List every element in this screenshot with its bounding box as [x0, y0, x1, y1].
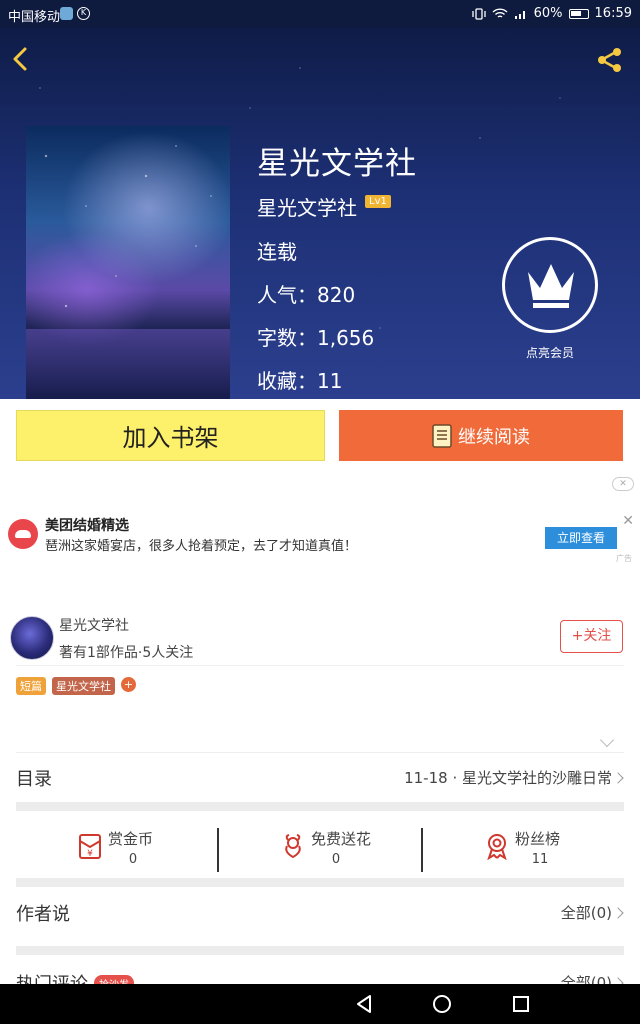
level-badge: Lv1 [365, 195, 391, 208]
author-card: 星光文学社 著有1部作品·5人关注 +关注 短篇 星光文学社 + 目录 11-1… [0, 606, 640, 995]
section-gap [16, 946, 624, 955]
battery-percent: 60% [533, 6, 563, 21]
flower-icon [285, 834, 301, 859]
author-card-name[interactable]: 星光文学社 [59, 615, 129, 635]
nav-home-icon[interactable] [432, 994, 452, 1014]
reward-coins-button[interactable]: ¥ 赏金币 0 [16, 818, 216, 886]
tag-author[interactable]: 星光文学社 [52, 677, 115, 695]
toc-label: 目录 [16, 769, 52, 790]
book-title: 星光文学社 [257, 146, 417, 182]
reward-coins-label: 赏金币 [108, 830, 154, 848]
author-says-count: 全部(0) [560, 904, 612, 922]
book-icon [432, 423, 452, 448]
vip-button[interactable] [502, 237, 598, 333]
nav-back-icon[interactable] [354, 994, 374, 1014]
crown-icon [528, 264, 574, 308]
status-right: 60% 16:59 [471, 6, 632, 21]
divider [16, 665, 624, 666]
fan-ranking-label: 粉丝榜 [515, 830, 561, 848]
system-nav-bar [0, 984, 640, 1024]
ad-view-button[interactable]: 立即查看 [545, 527, 617, 549]
status-bar: 中国移动 K 60% 16:59 [0, 0, 640, 28]
author-line[interactable]: 星光文学社 Lv1 [257, 192, 391, 221]
continue-reading-button[interactable]: 继续阅读 [339, 410, 623, 461]
ad-close-icon[interactable]: ✕ [622, 513, 634, 529]
author-name[interactable]: 星光文学社 [257, 192, 357, 221]
expand-chevron-icon[interactable] [599, 732, 615, 748]
send-flower-button[interactable]: 免费送花 0 [219, 818, 419, 886]
author-says-row[interactable]: 作者说 全部(0) [16, 888, 624, 936]
book-favorites: 收藏：11 [257, 369, 343, 393]
ad-mark: 广告 [616, 554, 632, 563]
ad-logo [8, 519, 38, 549]
fan-ranking-button[interactable]: 粉丝榜 11 [423, 818, 623, 886]
send-flower-label: 免费送花 [311, 830, 372, 848]
ad-text: 琶洲这家婚宴店，很多人抢着预定，去了才知道真值！ [45, 539, 358, 554]
tag-list: 短篇 星光文学社 + [16, 677, 136, 695]
add-to-shelf-label: 加入书架 [122, 424, 219, 452]
fan-ranking-value: 11 [531, 852, 549, 867]
share-icon[interactable] [596, 46, 624, 74]
ad-banner[interactable]: ✕ 美团结婚精选 琶洲这家婚宴店，很多人抢着预定，去了才知道真值！ 立即查看 ✕… [0, 473, 640, 606]
ad-title: 美团结婚精选 [45, 518, 129, 534]
reward-coins-value: 0 [128, 852, 138, 867]
stats-row: ¥ 赏金币 0 免费送花 0 粉丝榜 11 [16, 818, 624, 886]
book-status: 连载 [257, 240, 297, 264]
tag-short[interactable]: 短篇 [16, 677, 46, 695]
toc-row[interactable]: 目录 11-18 · 星光文学社的沙雕日常 [16, 753, 624, 801]
back-icon[interactable] [8, 44, 32, 74]
follow-button[interactable]: +关注 [560, 620, 623, 653]
k-notification-icon: K [77, 7, 90, 20]
carrier-label: 中国移动 [8, 10, 61, 25]
signal-icon [514, 10, 525, 19]
medal-icon [487, 834, 507, 860]
author-says-label: 作者说 [16, 904, 70, 925]
book-header: 星光文学社 星光文学社 Lv1 连载 人气：820 字数：1,656 收藏：11… [0, 28, 640, 399]
add-tag-button[interactable]: + [121, 677, 136, 692]
section-gap [16, 878, 624, 887]
book-popularity: 人气：820 [257, 283, 356, 307]
battery-icon [568, 8, 589, 19]
author-card-subtitle: 著有1部作品·5人关注 [59, 645, 194, 661]
toc-latest-chapter: 11-18 · 星光文学社的沙雕日常 [404, 769, 612, 787]
book-word-count: 字数：1,656 [257, 326, 375, 350]
vip-label: 点亮会员 [525, 346, 574, 360]
status-icons: K [60, 7, 90, 20]
app-notification-icon [60, 7, 73, 20]
chevron-right-icon [612, 907, 624, 919]
add-to-shelf-button[interactable]: 加入书架 [16, 410, 325, 461]
action-bar: 加入书架 继续阅读 [0, 399, 640, 473]
ad-dismiss-icon[interactable]: ✕ [612, 477, 634, 491]
book-cover[interactable] [26, 126, 230, 399]
continue-reading-label: 继续阅读 [458, 426, 530, 448]
avatar[interactable] [10, 616, 54, 660]
chevron-right-icon [612, 772, 624, 784]
nav-recents-icon[interactable] [511, 994, 531, 1014]
send-flower-value: 0 [331, 852, 341, 867]
vibrate-icon [471, 7, 486, 20]
red-envelope-icon: ¥ [79, 834, 101, 859]
clock: 16:59 [594, 6, 632, 21]
section-gap [16, 802, 624, 811]
svg-text:¥: ¥ [87, 849, 93, 859]
wifi-icon [492, 7, 508, 18]
